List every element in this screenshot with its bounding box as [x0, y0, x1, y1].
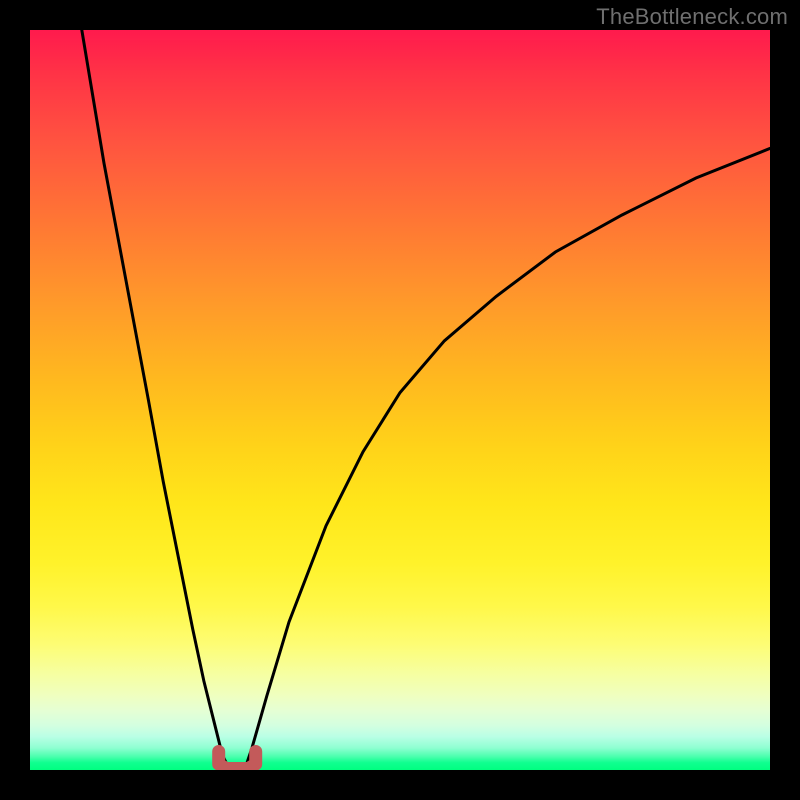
outer-frame: TheBottleneck.com — [0, 0, 800, 800]
plot-area — [30, 30, 770, 770]
bottom-marker — [219, 752, 256, 769]
curve-left-branch — [82, 30, 230, 770]
curve-right-branch — [245, 148, 770, 770]
curves-layer — [30, 30, 770, 770]
watermark-text: TheBottleneck.com — [596, 4, 788, 30]
